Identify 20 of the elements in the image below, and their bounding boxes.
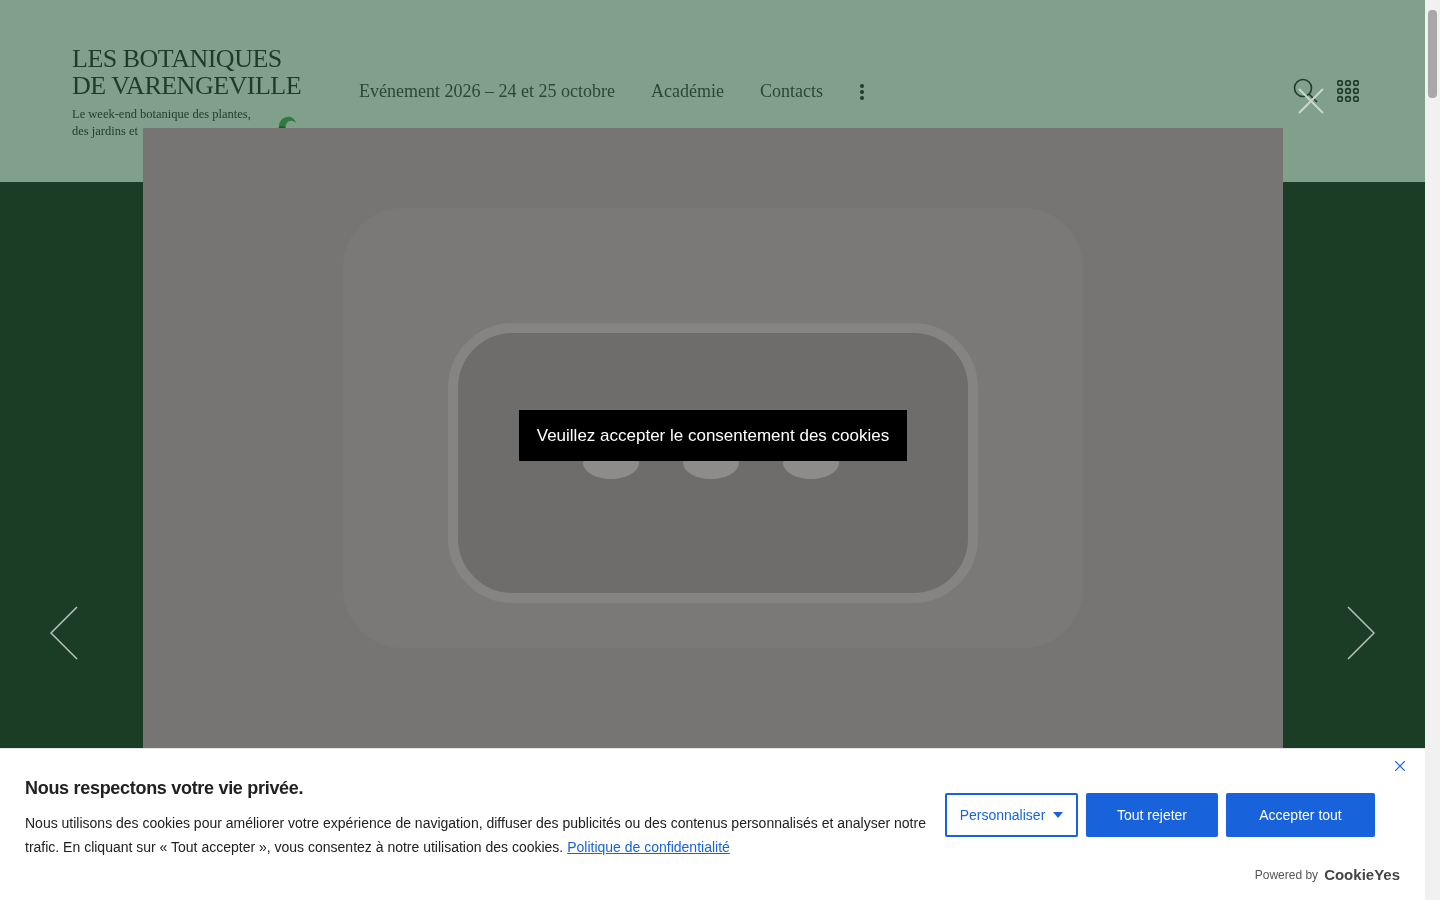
nav-link[interactable]: Académie <box>650 78 724 105</box>
consent-button[interactable]: Tout rejeter <box>1086 793 1218 837</box>
banner-title: Nous respectons votre vie privée. <box>25 777 305 800</box>
customize-button[interactable]: Personnaliser <box>945 793 1078 837</box>
powered-by-label: Powered by <box>1254 866 1319 884</box>
site-tagline: Le week-end botanique des plantes, des jardins et <box>72 106 252 140</box>
consent-button[interactable]: Accepter tout <box>1226 793 1375 837</box>
banner-text: Nous utilisons des cookies pour améliorer votre expérience de navigation, diffuser des publicités ou des contenus personnalisés et analyser notre trafic. En cliquant sur « Tout accepter », vous consentez à notre utilisation des cookies. Politique de confidentialité <box>25 814 927 857</box>
nav-link[interactable]: Evénement 2026 – 24 et 25 octobre <box>359 78 615 105</box>
close-icon[interactable] <box>1395 761 1405 771</box>
caret-icon <box>1053 812 1064 818</box>
brand-logo[interactable]: CookieYes <box>1324 863 1400 886</box>
search-icon[interactable] <box>1293 78 1319 104</box>
privacy-policy-link[interactable]: Politique de confidentialité <box>567 839 730 855</box>
nav-link[interactable]: Contacts <box>759 78 823 105</box>
grid-menu-icon[interactable] <box>1337 80 1359 102</box>
consent-message: Veuillez accepter le consentement des cookies <box>518 410 908 461</box>
scrollbar[interactable] <box>1425 0 1440 900</box>
more-icon[interactable] <box>858 82 865 101</box>
site-title[interactable]: LES BOTANIQUES DE VARENGEVILLE <box>72 45 340 99</box>
